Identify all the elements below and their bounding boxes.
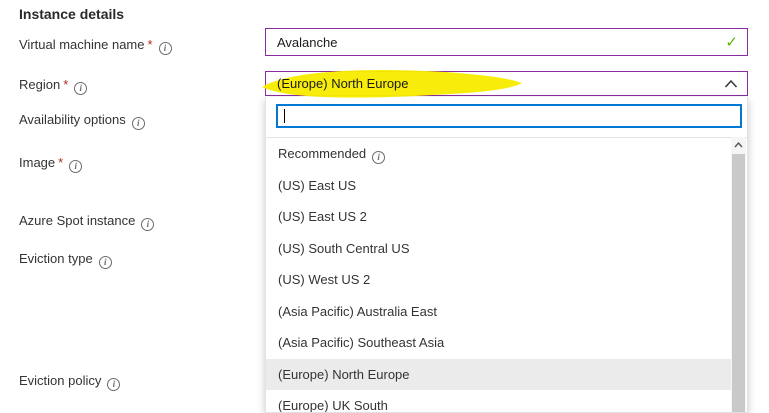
group-header-text: Recommended	[278, 146, 366, 161]
section-title: Instance details	[19, 6, 124, 22]
region-option[interactable]: (US) West US 2	[266, 264, 732, 296]
label-text: Azure Spot instance	[19, 213, 135, 228]
required-asterisk: *	[58, 155, 63, 170]
label-text: Availability options	[19, 112, 126, 127]
field-label-region: Region* i	[19, 77, 87, 93]
field-label-azure-spot-instance: Azure Spot instance i	[19, 213, 154, 229]
scrollbar-up-arrow-icon[interactable]	[731, 137, 746, 153]
field-label-eviction-policy: Eviction policy i	[19, 373, 120, 389]
region-option-list: Recommended i (US) East US (US) East US 2…	[266, 137, 747, 412]
field-label-image: Image* i	[19, 155, 82, 171]
text-caret	[284, 109, 285, 123]
vm-name-input[interactable]: Avalanche ✓	[265, 28, 748, 56]
field-label-eviction-type: Eviction type i	[19, 251, 112, 267]
field-label-availability-options: Availability options i	[19, 112, 145, 128]
region-flyout: Recommended i (US) East US (US) East US 2…	[265, 97, 748, 413]
info-icon[interactable]: i	[69, 160, 82, 173]
info-icon[interactable]: i	[141, 218, 154, 231]
label-text: Eviction type	[19, 251, 93, 266]
region-option[interactable]: (Asia Pacific) Southeast Asia	[266, 327, 732, 359]
region-option[interactable]: (US) South Central US	[266, 233, 732, 265]
info-icon[interactable]: i	[107, 378, 120, 391]
info-icon[interactable]: i	[372, 151, 385, 164]
info-icon[interactable]: i	[159, 42, 172, 55]
vm-name-value: Avalanche	[266, 35, 337, 50]
label-text: Image	[19, 155, 55, 170]
region-option[interactable]: (Europe) UK South	[266, 390, 732, 412]
region-search-box[interactable]	[276, 104, 742, 128]
region-dropdown[interactable]: (Europe) North Europe	[265, 71, 748, 96]
label-text: Region	[19, 77, 60, 92]
chevron-up-icon	[724, 79, 738, 88]
info-icon[interactable]: i	[132, 117, 145, 130]
field-label-virtual-machine-name: Virtual machine name* i	[19, 37, 172, 53]
region-selected-value: (Europe) North Europe	[266, 76, 409, 91]
region-option-selected[interactable]: (Europe) North Europe	[266, 359, 732, 391]
region-option[interactable]: (US) East US 2	[266, 201, 732, 233]
instance-details-section: Instance details Virtual machine name*i …	[0, 0, 769, 413]
label-text: Eviction policy	[19, 373, 101, 388]
info-icon[interactable]: i	[74, 82, 87, 95]
required-asterisk: *	[148, 37, 153, 52]
label-text: Virtual machine name	[19, 37, 145, 52]
region-search-input[interactable]	[278, 106, 740, 126]
group-header-recommended: Recommended i	[266, 138, 732, 170]
region-option[interactable]: (Asia Pacific) Australia East	[266, 296, 732, 328]
valid-check-icon: ✓	[725, 33, 738, 51]
region-option[interactable]: (US) East US	[266, 170, 732, 202]
flyout-scrollbar[interactable]	[731, 137, 746, 412]
scrollbar-thumb[interactable]	[732, 154, 745, 412]
info-icon[interactable]: i	[99, 256, 112, 269]
required-asterisk: *	[63, 77, 68, 92]
